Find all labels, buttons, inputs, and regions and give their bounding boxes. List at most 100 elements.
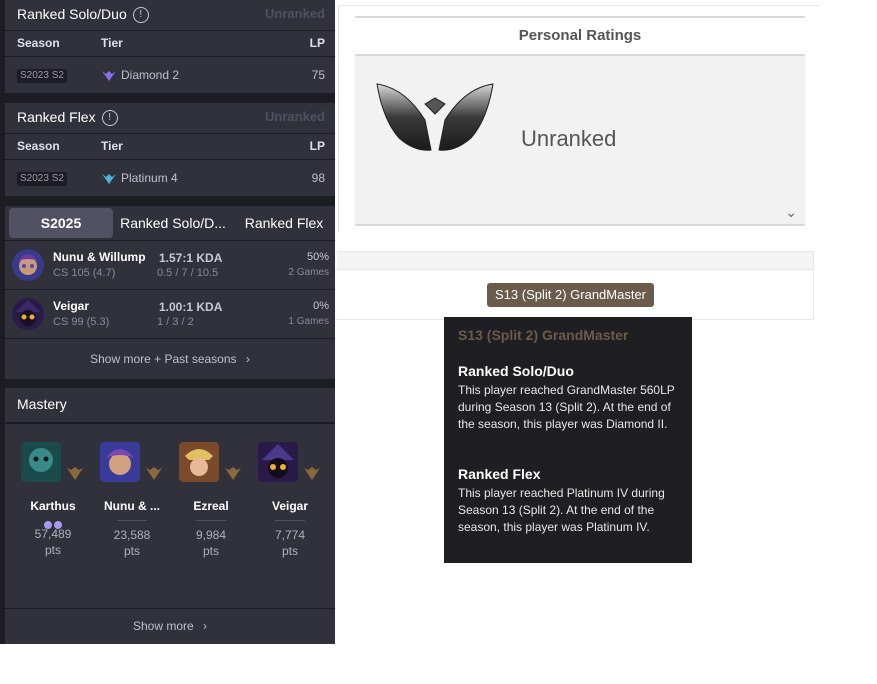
mastery-points: 9,984: [195, 528, 227, 542]
mastery-champion-name: Ezreal: [193, 499, 229, 513]
mastery-emblem-icon: [67, 467, 84, 480]
info-icon[interactable]: !: [101, 110, 118, 127]
divider: [275, 520, 305, 521]
mastery-points: 23,588: [113, 528, 151, 542]
mastery-champion[interactable]: Veigar 7,774 pts: [251, 422, 329, 559]
season-history-badge[interactable]: S13 (Split 2) GrandMaster: [487, 283, 655, 307]
mastery-list: Karthus 57,489 pts Nunu & ... 23,588 pts…: [5, 422, 335, 608]
ranked-flex-header: Ranked Flex! Unranked: [5, 103, 335, 133]
nunu-avatar: [12, 249, 44, 281]
mastery-emblem-icon: [225, 467, 242, 480]
champion-name: Veigar: [53, 299, 90, 313]
platinum-tier-icon: [102, 173, 116, 184]
champion-kda-detail: 0.5 / 7 / 10.5: [157, 267, 219, 279]
champion-row[interactable]: Veigar CS 99 (5.3) 1.00:1 KDA 1 / 3 / 2 …: [5, 290, 335, 338]
ranked-flex-title: Ranked Flex: [17, 109, 96, 125]
diamond-tier-icon: [102, 70, 116, 81]
champion-stats-card: Nunu & Willump CS 105 (4.7) 1.57:1 KDA 0…: [5, 241, 335, 338]
tier-header: Tier: [101, 36, 123, 50]
mastery-champion[interactable]: Nunu & ... 23,588 pts: [93, 422, 171, 559]
mastery-points-unit: pts: [44, 543, 61, 557]
champion-cs: CS 99 (5.3): [53, 316, 110, 328]
nunu-portrait: [99, 442, 140, 482]
tooltip-solo-section: Ranked Solo/Duo This player reached Gran…: [458, 363, 682, 433]
tab-s2025[interactable]: S2025: [9, 208, 113, 238]
tooltip-flex-title: Ranked Flex: [458, 466, 541, 482]
mastery-emblem-icon: [146, 467, 163, 480]
mastery-points-unit: pts: [123, 544, 140, 558]
champion-kda: 1.57:1 KDA: [159, 251, 223, 265]
table-row: S2023 S2 Diamond 2 75: [5, 57, 335, 93]
mastery-points-unit: pts: [202, 544, 219, 558]
tier-header: Tier: [101, 139, 123, 153]
champion-row[interactable]: Nunu & Willump CS 105 (4.7) 1.57:1 KDA 0…: [5, 241, 335, 289]
ranked-flex-card: Ranked Flex! Unranked Season Tier LP S20…: [5, 103, 335, 196]
mastery-champion-name: Veigar: [271, 499, 309, 513]
personal-ratings-title: Personal Ratings: [355, 18, 805, 56]
tooltip-title: S13 (Split 2) GrandMaster: [458, 327, 629, 343]
mastery-show-more-button[interactable]: Show more ›: [5, 609, 335, 644]
personal-ratings-box: Personal Ratings Unranked ⌄: [355, 16, 805, 226]
ranked-solo-card: Ranked Solo/Duo! Unranked Season Tier LP…: [5, 0, 335, 93]
mastery-emblem-icon: [304, 467, 321, 480]
tooltip-solo-title: Ranked Solo/Duo: [458, 363, 574, 379]
champion-kda-detail: 1 / 3 / 2: [157, 316, 194, 328]
tier-label: Diamond 2: [121, 68, 180, 82]
table-header: Season Tier LP: [5, 134, 335, 159]
tooltip-flex-text: This player reached Platinum IV during S…: [458, 486, 665, 534]
season-header: Season: [17, 36, 60, 50]
strip-header: [337, 252, 813, 270]
chevron-right-icon: ›: [245, 352, 250, 366]
info-icon[interactable]: !: [132, 7, 149, 24]
champion-winrate: 0%: [313, 300, 329, 312]
show-more-seasons-button[interactable]: Show more + Past seasons ›: [5, 339, 335, 379]
left-sidebar: Ranked Solo/Duo! Unranked Season Tier LP…: [0, 0, 335, 644]
unranked-emblem-icon: [376, 83, 494, 151]
tooltip-solo-text: This player reached GrandMaster 560LP du…: [458, 383, 675, 431]
ranked-solo-title: Ranked Solo/Duo: [17, 6, 127, 22]
season-badge: S2023 S2: [17, 68, 67, 83]
tier-label: Platinum 4: [121, 171, 178, 185]
champion-winrate: 50%: [306, 251, 329, 263]
mastery-champion[interactable]: Karthus 57,489 pts: [14, 422, 92, 558]
mastery-points-unit: pts: [281, 544, 298, 558]
tab-ranked-flex[interactable]: Ranked Flex: [237, 208, 331, 238]
lp-value: 98: [311, 171, 325, 185]
mastery-champion[interactable]: Ezreal 9,984 pts: [172, 422, 250, 559]
chevron-down-icon[interactable]: ⌄: [785, 204, 797, 221]
ezreal-portrait: [178, 442, 219, 482]
champion-games: 2 Games: [288, 267, 329, 278]
champion-cs: CS 105 (4.7): [53, 267, 116, 279]
ranked-solo-header: Ranked Solo/Duo! Unranked: [5, 0, 335, 30]
mastery-points: 57,489: [34, 527, 72, 541]
season-badge: S2023 S2: [17, 171, 67, 186]
lp-value: 75: [311, 68, 325, 82]
table-row: S2023 S2 Platinum 4 98: [5, 160, 335, 196]
champion-kda: 1.00:1 KDA: [159, 300, 223, 314]
tab-ranked-solo[interactable]: Ranked Solo/D...: [115, 208, 231, 238]
veigar-avatar: [12, 298, 44, 330]
divider: [196, 520, 226, 521]
lp-header: LP: [309, 36, 325, 50]
lp-header: LP: [309, 139, 325, 153]
mastery-header: Mastery: [5, 388, 335, 424]
ranked-flex-status: Unranked: [265, 109, 325, 124]
veigar-portrait: [257, 442, 298, 482]
mastery-champion-name: Karthus: [30, 499, 76, 513]
table-header: Season Tier LP: [5, 31, 335, 56]
season-header: Season: [17, 139, 60, 153]
mastery-points: 7,774: [274, 528, 306, 542]
mastery-show-more-label: Show more: [132, 619, 194, 633]
divider: [117, 520, 147, 521]
show-more-seasons-label: Show more + Past seasons: [90, 352, 237, 366]
champion-games: 1 Games: [288, 316, 329, 327]
mastery-champion-name: Nunu & ...: [104, 499, 160, 513]
mastery-marks: [14, 516, 92, 529]
tooltip-flex-section: Ranked Flex This player reached Platinum…: [458, 466, 682, 536]
season-history-strip: S13 (Split 2) GrandMaster: [337, 251, 814, 320]
karthus-portrait: [20, 442, 61, 482]
chevron-right-icon: ›: [203, 619, 208, 633]
personal-ratings-rank: Unranked: [521, 126, 617, 151]
champion-name: Nunu & Willump: [53, 250, 146, 264]
ranked-solo-status: Unranked: [265, 6, 325, 21]
